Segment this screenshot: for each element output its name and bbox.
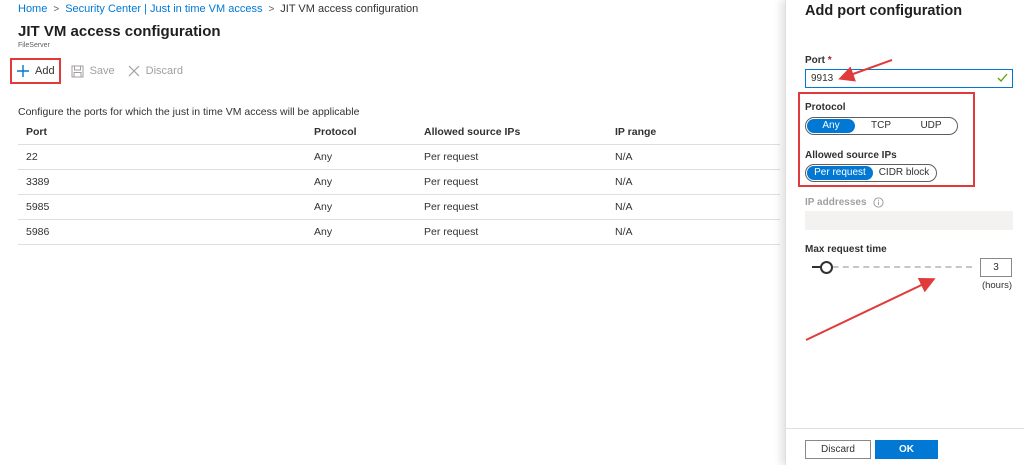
discard-toolbar-button[interactable]: Discard [121,58,189,84]
cell-port: 22 [18,144,306,170]
max-request-time-label: Max request time [805,244,887,255]
discard-button[interactable]: Discard [805,440,871,459]
cell-port: 3389 [18,169,306,195]
cell-source: Per request [416,169,607,195]
source-option-cidr-block[interactable]: CIDR block [873,166,935,180]
add-button[interactable]: Add [10,58,61,84]
cell-ip-range: N/A [607,169,780,195]
source-toggle: Per request CIDR block [805,164,937,182]
cell-source: Per request [416,144,607,170]
cell-ip-range: N/A [607,144,780,170]
ok-button[interactable]: OK [875,440,938,459]
cell-port: 5986 [18,219,306,245]
breadcrumb: Home > Security Center | Just in time VM… [18,3,418,15]
add-port-blade: Add port configuration Port * Protocol A… [785,0,1024,465]
allowed-source-label: Allowed source IPs [805,150,897,161]
ip-addresses-label-text: IP addresses [805,197,867,208]
ports-table: Port Protocol Allowed source IPs IP rang… [18,120,780,245]
protocol-option-any[interactable]: Any [807,119,855,133]
add-button-label: Add [35,65,55,77]
hours-unit-label: (hours) [981,280,1013,291]
chevron-right-icon: > [53,3,60,15]
table-row[interactable]: 3389 Any Per request N/A [18,169,780,195]
column-header-ip-range[interactable]: IP range [607,120,780,145]
required-marker: * [827,55,832,66]
chevron-right-icon: > [268,3,275,15]
cell-protocol: Any [306,219,416,245]
ip-addresses-input [805,211,1013,230]
protocol-option-tcp[interactable]: TCP [855,119,907,133]
cell-source: Per request [416,194,607,220]
port-input[interactable] [805,69,1013,88]
table-header-row: Port Protocol Allowed source IPs IP rang… [18,120,780,145]
port-label-text: Port [805,55,825,66]
table-row[interactable]: 5985 Any Per request N/A [18,194,780,220]
protocol-label: Protocol [805,102,846,113]
cell-ip-range: N/A [607,219,780,245]
slider-track[interactable] [812,266,972,269]
page-subtitle: FileServer [18,42,50,49]
intro-text: Configure the ports for which the just i… [18,106,360,118]
cell-ip-range: N/A [607,194,780,220]
cell-source: Per request [416,219,607,245]
checkmark-icon [997,73,1008,82]
cell-port: 5985 [18,194,306,220]
protocol-toggle: Any TCP UDP [805,117,958,135]
save-button[interactable]: Save [65,58,121,84]
info-icon[interactable] [872,197,884,208]
cell-protocol: Any [306,194,416,220]
breadcrumb-home[interactable]: Home [18,3,47,15]
table-row[interactable]: 22 Any Per request N/A [18,144,780,170]
ip-addresses-label: IP addresses [805,197,884,208]
plus-icon [16,64,30,78]
blade-title: Add port configuration [805,3,963,19]
column-header-protocol[interactable]: Protocol [306,120,416,145]
cell-protocol: Any [306,169,416,195]
column-header-port[interactable]: Port [18,120,306,145]
footer-divider [786,428,1024,429]
command-bar: Add Save Discard [10,58,189,84]
protocol-option-udp[interactable]: UDP [907,119,955,133]
port-label: Port * [805,55,832,66]
cell-protocol: Any [306,144,416,170]
close-icon [127,64,141,78]
breadcrumb-current: JIT VM access configuration [280,3,419,15]
page-title: JIT VM access configuration [18,23,221,40]
table-row[interactable]: 5986 Any Per request N/A [18,219,780,245]
hours-input[interactable]: 3 [980,258,1012,277]
save-icon [71,64,85,78]
source-option-per-request[interactable]: Per request [807,166,873,180]
save-button-label: Save [89,65,115,77]
column-header-allowed-source-ips[interactable]: Allowed source IPs [416,120,607,145]
breadcrumb-security-center[interactable]: Security Center | Just in time VM access [65,3,262,15]
discard-toolbar-label: Discard [145,65,183,77]
slider-thumb[interactable] [820,261,833,274]
